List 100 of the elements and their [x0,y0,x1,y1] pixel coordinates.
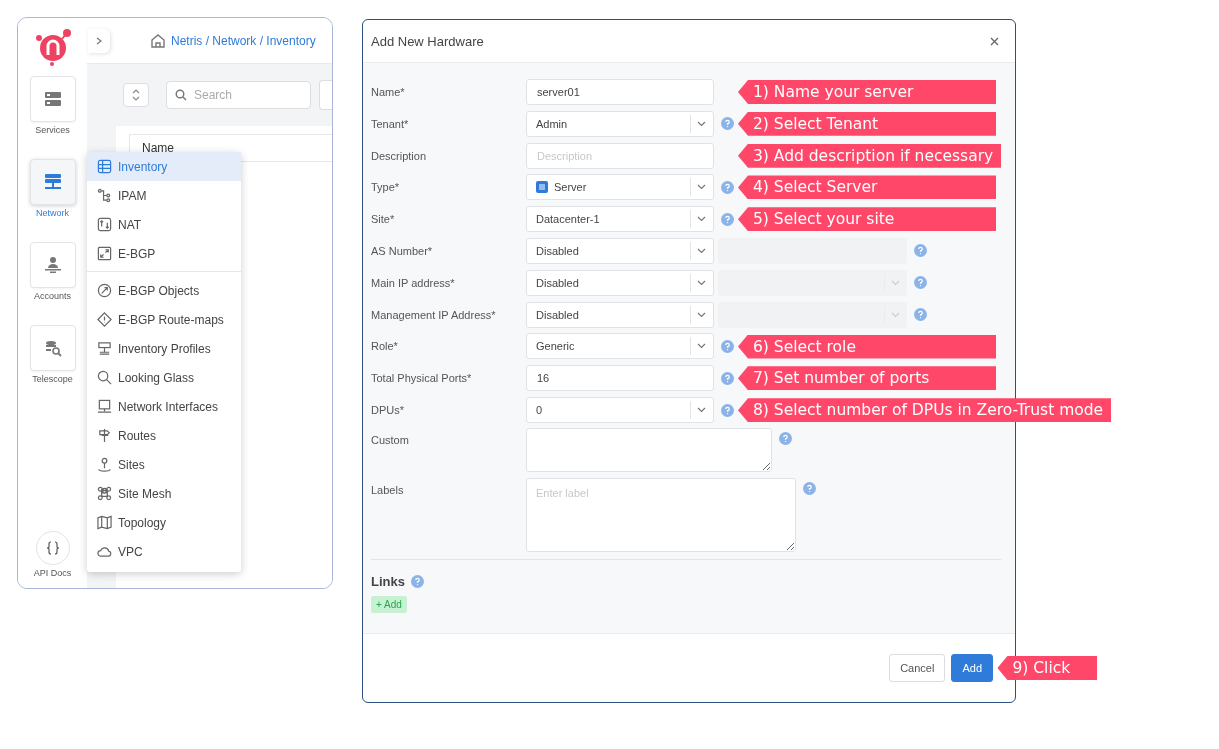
menu-item[interactable]: VPC [87,537,241,566]
help-icon[interactable] [914,308,927,322]
text-area[interactable] [526,427,772,472]
diamond-icon [97,312,112,327]
toolbar-field[interactable] [319,80,332,110]
add-button[interactable]: Add [951,654,993,682]
field-label: DPUs* [371,404,405,417]
callout-label: 4) Select Server [738,175,996,200]
select-field[interactable]: Admin [526,110,714,137]
help-icon[interactable] [721,403,734,417]
nav-label: Accounts [34,291,71,301]
field-label: Site* [371,213,396,226]
diagonal-arrows-icon [97,246,112,261]
help-icon[interactable] [721,212,734,226]
search-icon [97,370,112,385]
field-label: Main IP address* [371,276,456,289]
select-field[interactable]: Disabled [526,269,714,296]
map-pin-icon [97,457,112,472]
field-label: Management IP Address* [371,308,497,321]
select-field[interactable]: 0 [526,397,714,424]
menu-item[interactable]: IPAM [87,181,241,210]
help-icon[interactable] [721,180,734,194]
field-label: Custom [371,432,410,446]
nav-tile[interactable] [29,76,76,122]
help-icon[interactable] [410,574,424,588]
menu-item[interactable]: Routes [87,421,241,450]
select-field[interactable]: Generic [526,333,714,360]
menu-item[interactable]: E-BGP Route-maps [87,305,241,334]
field-label: AS Number* [371,244,434,257]
menu-item[interactable]: Inventory [87,152,241,181]
nav-tile[interactable] [29,242,76,288]
callout-label: 6) Select role [738,334,996,359]
help-icon[interactable] [779,431,792,445]
callout-label: 5) Select your site [738,207,996,232]
menu-item[interactable]: Sites [87,450,241,479]
select-field[interactable]: Server [526,174,714,201]
map-icon [97,515,112,530]
nav-label: Telescope [32,374,73,384]
chevron-down-icon [697,216,706,223]
chevron-down-icon [697,120,706,127]
menu-item[interactable]: Network Interfaces [87,392,241,421]
help-icon[interactable] [721,339,734,353]
field-label: Tenant* [371,117,410,130]
nav-label: Network [36,208,69,218]
callout-label: 2) Select Tenant [738,111,996,136]
breadcrumb[interactable]: Netris / Network / Inventory [171,33,316,48]
help-icon[interactable] [721,371,734,385]
cloud-icon [97,544,112,559]
help-icon[interactable] [803,481,816,495]
field-label: Total Physical Ports* [371,372,473,385]
input-field[interactable]: server01 [526,78,714,105]
menu-item[interactable]: Topology [87,508,241,537]
device-stack-icon [97,341,112,356]
section-title: Links [371,573,405,589]
nav-label: Services [35,125,70,135]
sort-button[interactable] [123,83,149,107]
column-header[interactable]: Name [142,141,174,155]
search-icon [175,89,187,101]
menu-item[interactable]: Inventory Profiles [87,334,241,363]
select-field[interactable]: Disabled [526,301,714,328]
dialog-title: Add New Hardware [371,33,484,49]
field-label: Role* [371,340,399,353]
chevron-down-icon [697,247,706,254]
callout-label: 3) Add description if necessary [738,143,1002,168]
help-icon[interactable] [721,117,734,131]
cancel-button[interactable]: Cancel [889,654,946,682]
help-icon[interactable] [914,276,927,290]
menu-item[interactable]: Site Mesh [87,479,241,508]
swap-box-icon [97,217,112,232]
field-label: Name* [371,85,406,98]
callout-label: 1) Name your server [738,80,996,104]
branch-icon [97,188,112,203]
monitor-icon [97,399,112,414]
nav-tile[interactable] [29,159,76,205]
nav-tile[interactable] [29,325,76,371]
chevron-right-icon [95,36,103,45]
database-search-icon [43,339,62,357]
chevron-down-icon [891,279,900,286]
menu-item[interactable]: Looking Glass [87,363,241,392]
select-field[interactable]: Datacenter-1 [526,206,714,233]
select-field[interactable]: Disabled [526,237,714,264]
network-server-icon [43,173,62,191]
menu-item[interactable]: E-BGP Objects [87,276,241,305]
menu-item[interactable]: NAT [87,210,241,239]
field-label: Labels [371,482,405,496]
table-icon [97,159,112,174]
command-icon [97,486,112,501]
menu-item[interactable]: E-BGP [87,239,241,268]
server-icon [43,90,62,108]
close-icon [990,36,999,46]
person-icon [43,256,62,274]
chevron-down-icon [697,343,706,350]
input-field[interactable]: 16 [526,365,714,392]
signpost-icon [97,428,112,443]
search-field[interactable]: Search [166,81,311,109]
chevron-down-icon [891,311,900,318]
api-docs-button[interactable] [35,531,70,565]
help-icon[interactable] [914,244,927,258]
expand-button[interactable] [88,28,110,53]
nav-label: API Docs [33,568,72,578]
